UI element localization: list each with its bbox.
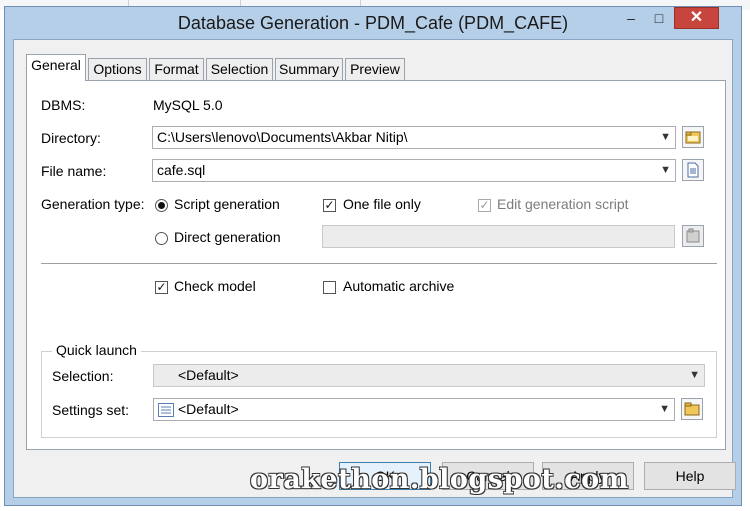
dialog-client: General Options Format Selection Summary… <box>13 39 736 498</box>
directory-label: Directory: <box>41 130 101 146</box>
maximize-button[interactable]: □ <box>645 7 673 29</box>
list-icon <box>158 403 174 417</box>
direct-generation-field[interactable] <box>322 225 675 248</box>
direct-generation-label[interactable]: Direct generation <box>174 229 281 245</box>
folder-icon <box>684 402 700 416</box>
selection-label: Selection: <box>52 368 114 384</box>
tab-preview[interactable]: Preview <box>345 58 405 80</box>
dbms-label: DBMS: <box>41 97 86 113</box>
minimize-button[interactable]: – <box>617 7 645 29</box>
directory-browse-button[interactable] <box>682 126 704 148</box>
edit-generation-script-label: Edit generation script <box>497 196 629 212</box>
directory-value: C:\Users\lenovo\Documents\Akbar Nitip\ <box>157 129 408 145</box>
one-file-only-label[interactable]: One file only <box>343 196 421 212</box>
tab-options[interactable]: Options <box>88 58 147 80</box>
close-button[interactable]: ✕ <box>674 7 719 29</box>
quick-launch-title: Quick launch <box>52 342 141 358</box>
tab-selection[interactable]: Selection <box>206 58 273 80</box>
connection-icon <box>686 228 700 243</box>
directory-combo[interactable]: C:\Users\lenovo\Documents\Akbar Nitip\ ▼ <box>152 126 676 149</box>
script-generation-label[interactable]: Script generation <box>174 196 280 212</box>
chevron-down-icon[interactable]: ▼ <box>689 365 700 386</box>
dialog-window: Database Generation - PDM_Cafe (PDM_CAFE… <box>4 6 742 506</box>
chevron-down-icon[interactable]: ▼ <box>660 160 671 181</box>
script-generation-radio[interactable] <box>155 199 168 212</box>
check-model-checkbox[interactable]: ✓ <box>155 281 168 294</box>
watermark-text: orakethon.blogspot.com <box>250 464 629 495</box>
automatic-archive-checkbox[interactable] <box>323 281 336 294</box>
filename-value: cafe.sql <box>157 162 206 178</box>
edit-generation-script-checkbox[interactable]: ✓ <box>478 199 491 212</box>
chevron-down-icon[interactable]: ▼ <box>659 399 670 420</box>
general-panel: DBMS: MySQL 5.0 Directory: C:\Users\leno… <box>26 80 726 450</box>
document-icon <box>687 162 699 178</box>
file-properties-button[interactable] <box>682 159 704 181</box>
check-model-label[interactable]: Check model <box>174 278 256 294</box>
selection-combo[interactable]: <Default> ▼ <box>153 364 705 387</box>
settings-folder-button[interactable] <box>681 398 703 420</box>
direct-generation-radio[interactable] <box>155 232 168 245</box>
settings-set-combo[interactable]: <Default> ▼ <box>153 398 675 421</box>
automatic-archive-label[interactable]: Automatic archive <box>343 278 454 294</box>
filename-combo[interactable]: cafe.sql ▼ <box>152 159 676 182</box>
tab-general[interactable]: General <box>26 54 86 81</box>
direct-generation-button[interactable] <box>682 225 704 247</box>
title-bar[interactable]: Database Generation - PDM_Cafe (PDM_CAFE… <box>5 7 741 39</box>
chevron-down-icon[interactable]: ▼ <box>660 127 671 148</box>
generation-type-label: Generation type: <box>41 196 145 212</box>
tab-format[interactable]: Format <box>149 58 204 80</box>
help-button[interactable]: Help <box>644 462 736 490</box>
filename-label: File name: <box>41 163 107 179</box>
separator <box>41 263 717 264</box>
settings-set-value: <Default> <box>178 401 239 417</box>
folder-browse-icon <box>685 131 701 144</box>
quick-launch-group: Quick launch Selection: <Default> ▼ Sett… <box>41 342 717 438</box>
dbms-value: MySQL 5.0 <box>153 97 223 113</box>
tab-summary[interactable]: Summary <box>275 58 343 80</box>
selection-value: <Default> <box>178 367 239 383</box>
settings-set-label: Settings set: <box>52 402 130 418</box>
one-file-only-checkbox[interactable]: ✓ <box>323 199 336 212</box>
